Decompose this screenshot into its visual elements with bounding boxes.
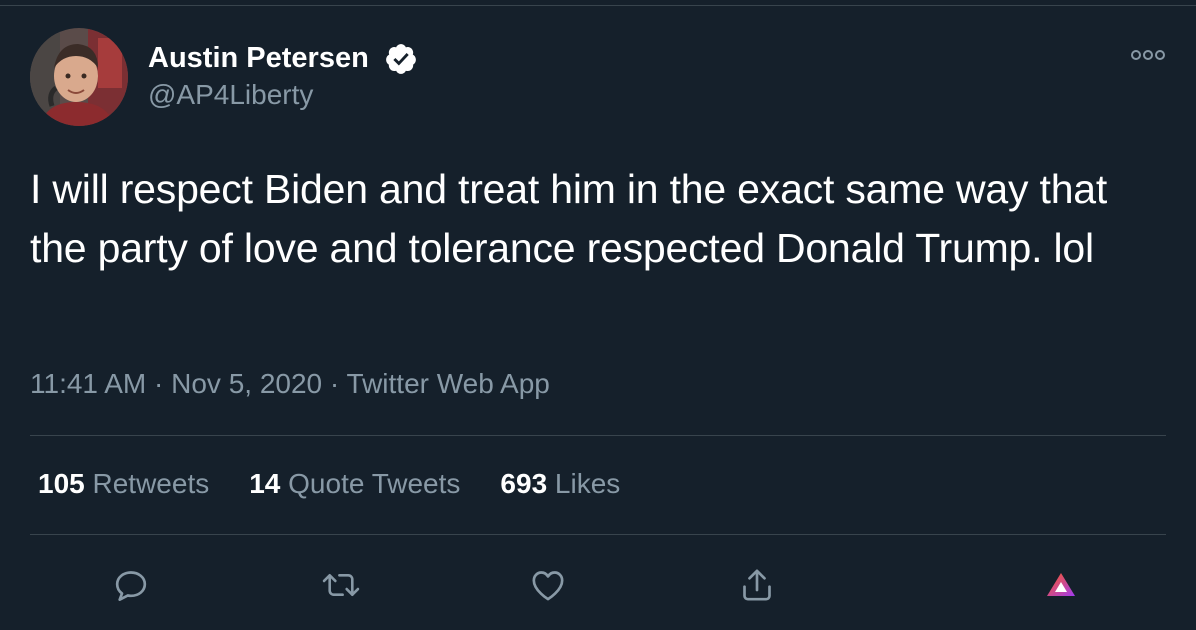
share-icon — [743, 569, 771, 601]
more-options-icon[interactable] — [1128, 44, 1168, 66]
reply-icon — [115, 571, 147, 601]
author-name[interactable]: Austin Petersen — [148, 40, 369, 76]
brave-button[interactable] — [1040, 564, 1082, 606]
tweet-source[interactable]: Twitter Web App — [347, 368, 550, 399]
like-icon — [532, 571, 564, 601]
quote-tweets-count: 14 — [249, 468, 281, 499]
divider — [30, 534, 1166, 535]
likes-label: Likes — [554, 468, 621, 499]
top-divider — [0, 5, 1196, 6]
share-button[interactable] — [736, 564, 778, 606]
tweet-meta: 11:41 AM · Nov 5, 2020 · Twitter Web App — [30, 366, 550, 402]
quote-tweets-label: Quote Tweets — [288, 468, 461, 499]
retweet-button[interactable] — [320, 564, 362, 606]
likes-stat[interactable]: 693 Likes — [500, 466, 620, 502]
reply-button[interactable] — [110, 564, 152, 606]
tweet-text: I will respect Biden and treat him in th… — [30, 166, 1108, 271]
avatar[interactable] — [30, 28, 128, 126]
author-handle[interactable]: @AP4Liberty — [148, 78, 313, 112]
tweet-card: Austin Petersen @AP4Liberty I will respe… — [0, 0, 1196, 630]
retweets-stat[interactable]: 105 Retweets — [38, 466, 209, 502]
divider — [30, 435, 1166, 436]
retweets-label: Retweets — [92, 468, 210, 499]
quote-tweets-stat[interactable]: 14 Quote Tweets — [249, 466, 460, 502]
tweet-stats: 105 Retweets 14 Quote Tweets 693 Likes — [38, 466, 620, 502]
meta-separator: · — [154, 368, 164, 399]
like-button[interactable] — [527, 564, 569, 606]
likes-count: 693 — [500, 468, 548, 499]
tweet-time[interactable]: 11:41 AM — [30, 368, 146, 399]
tweet-date[interactable]: Nov 5, 2020 — [171, 368, 322, 399]
retweet-icon — [322, 574, 360, 596]
brave-icon — [1047, 573, 1075, 596]
verified-badge-icon — [386, 44, 416, 74]
meta-separator: · — [329, 368, 340, 399]
retweets-count: 105 — [38, 468, 85, 499]
